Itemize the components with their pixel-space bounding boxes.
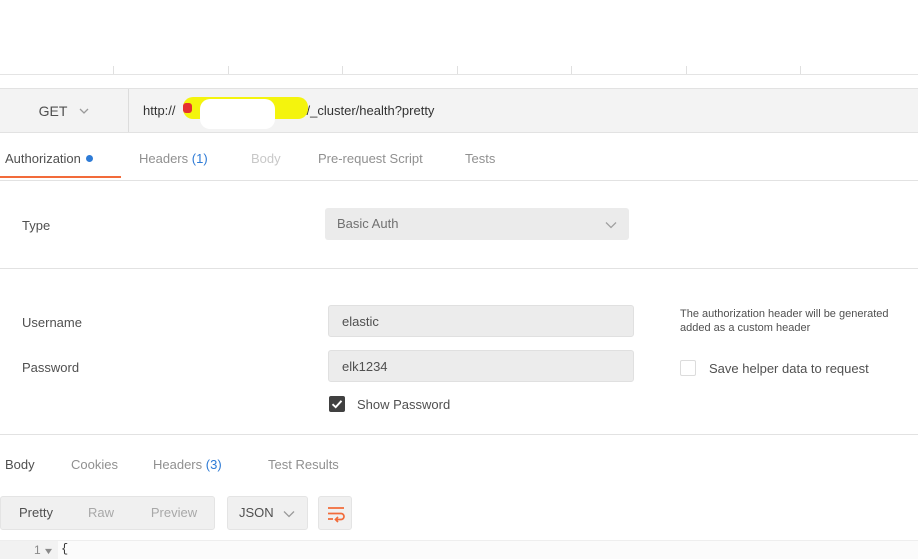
save-helper-checkbox[interactable] — [680, 360, 696, 376]
method-label: GET — [38, 102, 68, 119]
request-bar: GET http:// /_cluster/health?pretty — [0, 88, 918, 133]
show-password-label: Show Password — [357, 397, 451, 412]
chevron-down-icon — [79, 108, 89, 114]
password-label: Password — [22, 360, 80, 375]
line-number: 1 — [34, 543, 41, 557]
username-value: elastic — [342, 314, 379, 329]
response-editor[interactable]: 1 { — [0, 540, 918, 559]
view-mode-group: Pretty Raw Preview — [0, 496, 215, 530]
type-label: Type — [22, 218, 51, 233]
tab-headers-count: (1) — [191, 151, 208, 166]
username-label: Username — [22, 315, 82, 330]
tab-response-headers[interactable]: Headers (3) — [153, 446, 222, 484]
tab-headers-label: Headers — [139, 151, 189, 166]
auth-type-select[interactable]: Basic Auth — [325, 208, 629, 240]
request-tabs: Authorization Headers (1) Body Pre-reque… — [0, 140, 918, 181]
tab-tests[interactable]: Tests — [465, 140, 495, 178]
fold-arrow-icon[interactable] — [45, 548, 52, 555]
code-line: { — [61, 542, 69, 556]
password-value: elk1234 — [342, 359, 388, 374]
url-prefix: http:// — [143, 103, 176, 118]
auth-info-line2: added as a custom header — [680, 322, 811, 334]
request-tab-strip — [0, 66, 918, 75]
show-password-checkbox[interactable] — [329, 396, 345, 412]
raw-button[interactable]: Raw — [76, 497, 126, 529]
auth-info-text: The authorization header will be generat… — [680, 307, 889, 335]
tab-response-body[interactable]: Body — [5, 446, 35, 484]
auth-type-value: Basic Auth — [337, 216, 399, 231]
save-helper-label: Save helper data to request — [709, 361, 869, 376]
tab-authorization-label: Authorization — [5, 151, 81, 166]
tab-headers[interactable]: Headers (1) — [139, 140, 208, 178]
redaction-mark-red — [183, 103, 192, 113]
tab-authorization[interactable]: Authorization — [0, 140, 121, 178]
format-dropdown[interactable]: JSON — [227, 496, 308, 530]
tab-response-headers-count: (3) — [205, 457, 222, 472]
response-tabs: Body Cookies Headers (3) Test Results — [0, 446, 918, 484]
auth-info-line1: The authorization header will be generat… — [680, 308, 889, 320]
pretty-button[interactable]: Pretty — [6, 497, 66, 529]
gutter: 1 — [0, 541, 58, 559]
format-value: JSON — [239, 505, 274, 520]
redaction-mark-white — [200, 99, 275, 129]
tab-test-results[interactable]: Test Results — [268, 446, 339, 484]
tab-prerequest-script[interactable]: Pre-request Script — [318, 140, 423, 178]
preview-button[interactable]: Preview — [138, 497, 210, 529]
divider — [0, 434, 918, 435]
divider — [0, 268, 918, 269]
method-dropdown[interactable]: GET — [0, 89, 129, 132]
tab-response-cookies[interactable]: Cookies — [71, 446, 118, 484]
wrap-lines-icon — [328, 507, 345, 523]
username-field[interactable]: elastic — [328, 305, 634, 337]
url-path: /_cluster/health?pretty — [306, 103, 435, 118]
status-dot-icon — [85, 155, 93, 163]
wrap-lines-button[interactable] — [318, 496, 352, 530]
chevron-down-icon — [605, 222, 617, 229]
password-field[interactable]: elk1234 — [328, 350, 634, 382]
checkmark-icon — [331, 400, 343, 409]
tab-response-headers-label: Headers — [153, 457, 203, 472]
tab-body[interactable]: Body — [251, 140, 281, 178]
chevron-down-icon — [283, 511, 295, 518]
